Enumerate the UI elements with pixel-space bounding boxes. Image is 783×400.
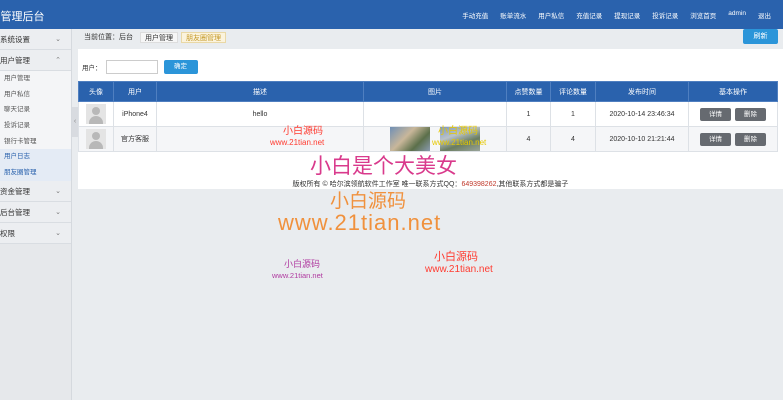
filter-bar: 用户： 确定 [82, 60, 198, 74]
table-header-row: 头像 用户 描述 图片 点赞数量 评论数量 发布时间 基本操作 [78, 81, 778, 102]
nav-admin-user[interactable]: admin [728, 10, 746, 22]
cell-images [363, 101, 507, 127]
sidebar-section-permissions[interactable]: 权限 ⌄ [0, 222, 71, 244]
table-row: iPhone4 hello 1 1 2020-10-14 23:46:34 详情… [78, 101, 778, 127]
nav-user-messages[interactable]: 用户私信 [538, 10, 564, 22]
sidebar-item-moments-management[interactable]: 朋友圈管理 [0, 165, 71, 181]
confirm-button[interactable]: 确定 [163, 60, 198, 74]
cell-actions: 详情 删除 [688, 101, 778, 127]
sidebar-section-label: 权限 [0, 228, 15, 238]
app-title: i管理后台 [0, 11, 45, 23]
user-filter-label: 用户： [82, 65, 102, 72]
chevron-down-icon: ⌄ [55, 208, 61, 216]
sidebar-item-chat-records[interactable]: 聊天记录 [0, 102, 71, 119]
sidebar-section-label: 资金管理 [0, 186, 30, 196]
column-header-avatar: 头像 [78, 81, 114, 102]
table-row: 官方客服 4 4 2020-10-10 21:21:44 详情 删除 [78, 126, 778, 152]
nav-manual-recharge[interactable]: 手动充值 [462, 10, 488, 22]
cell-likes: 4 [506, 126, 551, 152]
moments-table: 头像 用户 描述 图片 点赞数量 评论数量 发布时间 基本操作 iPhone4 … [78, 81, 778, 152]
detail-button[interactable]: 详情 [700, 132, 732, 146]
breadcrumb-prefix: 当前位置：后台 [84, 34, 133, 41]
column-header-actions: 基本操作 [688, 81, 778, 102]
post-image-thumbnail[interactable] [390, 127, 431, 151]
sidebar-item-user-messages[interactable]: 用户私信 [0, 86, 71, 103]
chevron-down-icon: ⌄ [55, 229, 61, 237]
sidebar-item-complaint-records[interactable]: 投诉记录 [0, 118, 71, 134]
nav-withdraw-records[interactable]: 提现记录 [614, 10, 640, 22]
delete-button[interactable]: 删除 [734, 107, 766, 121]
breadcrumb-parent[interactable]: 用户管理 [140, 32, 178, 43]
breadcrumb: 当前位置：后台 用户管理 朋友圈管理 [83, 32, 226, 43]
chevron-left-icon: ‹ [73, 118, 77, 125]
footer-qq: 649398262 [461, 181, 497, 188]
sidebar: 系统设置 ⌄ 用户管理 ⌃ 用户管理 用户私信 聊天记录 投诉记录 银行卡管理 … [0, 29, 72, 400]
sidebar-section-backend[interactable]: 后台管理 ⌄ [0, 201, 71, 223]
breadcrumb-current[interactable]: 朋友圈管理 [181, 32, 226, 43]
cell-comments: 4 [550, 126, 596, 152]
footer-suffix: ,其他联系方式都是骗子 [496, 181, 569, 188]
top-header: i管理后台 手动充值 账单流水 用户私信 充值记录 提现记录 投诉记录 浏览首页… [0, 0, 783, 29]
column-header-user: 用户 [113, 81, 157, 102]
sidebar-section-user-management[interactable]: 用户管理 ⌃ [0, 50, 71, 71]
detail-button[interactable]: 详情 [700, 107, 732, 121]
cell-images [363, 126, 507, 152]
chevron-up-icon: ⌃ [55, 57, 61, 64]
sidebar-section-label: 后台管理 [0, 207, 30, 217]
post-image-thumbnail[interactable] [439, 127, 480, 151]
cell-actions: 详情 删除 [688, 126, 778, 152]
sidebar-item-bank-cards[interactable]: 银行卡管理 [0, 133, 71, 150]
nav-bill-flow[interactable]: 账单流水 [500, 10, 526, 22]
chevron-down-icon: ⌄ [55, 187, 61, 195]
cell-comments: 1 [550, 101, 596, 127]
breadcrumb-bar: 当前位置：后台 用户管理 朋友圈管理 刷新 [78, 29, 783, 46]
top-nav: 手动充值 账单流水 用户私信 充值记录 提现记录 投诉记录 浏览首页 admin… [462, 10, 783, 22]
nav-recharge-records[interactable]: 充值记录 [576, 10, 602, 22]
sidebar-item-user-logs[interactable]: 用户日志 [0, 149, 71, 166]
cell-user: 官方客服 [113, 126, 157, 152]
column-header-likes: 点赞数量 [506, 81, 551, 102]
column-header-description: 描述 [156, 81, 364, 102]
cell-likes: 1 [506, 101, 551, 127]
column-header-images: 图片 [363, 81, 507, 102]
delete-button[interactable]: 删除 [734, 132, 766, 146]
sidebar-section-funds[interactable]: 资金管理 ⌄ [0, 180, 71, 202]
nav-logout[interactable]: 退出 [758, 10, 771, 22]
copyright-footer: 版权所有 © 哈尔滨领航软件工作室 唯一联系方式QQ：649398262,其他联… [78, 179, 783, 189]
cell-user: iPhone4 [113, 101, 157, 127]
nav-complaint-records[interactable]: 投诉记录 [652, 10, 678, 22]
sidebar-section-label: 系统设置 [0, 35, 30, 44]
nav-browse-home[interactable]: 浏览首页 [690, 10, 716, 22]
chevron-down-icon: ⌄ [55, 36, 61, 43]
column-header-time: 发布时间 [595, 81, 689, 102]
sidebar-section-label: 用户管理 [0, 56, 30, 65]
avatar [86, 104, 106, 124]
cell-time: 2020-10-10 21:21:44 [595, 126, 689, 152]
footer-prefix: 版权所有 © 哈尔滨领航软件工作室 唯一联系方式QQ： [292, 181, 462, 188]
avatar [86, 129, 106, 149]
refresh-button[interactable]: 刷新 [743, 29, 778, 44]
main-content: 当前位置：后台 用户管理 朋友圈管理 刷新 用户： 确定 头像 用户 描述 图片 [78, 29, 783, 400]
content-panel: 用户： 确定 头像 用户 描述 图片 点赞数量 评论数量 发布时间 基本操作 i… [78, 49, 783, 189]
user-filter-input[interactable] [105, 60, 158, 74]
column-header-comments: 评论数量 [550, 81, 596, 102]
cell-description [156, 126, 364, 152]
cell-time: 2020-10-14 23:46:34 [595, 101, 689, 127]
sidebar-item-user-management[interactable]: 用户管理 [0, 71, 71, 87]
sidebar-section-system-settings[interactable]: 系统设置 ⌄ [0, 29, 71, 50]
cell-description: hello [156, 101, 364, 127]
